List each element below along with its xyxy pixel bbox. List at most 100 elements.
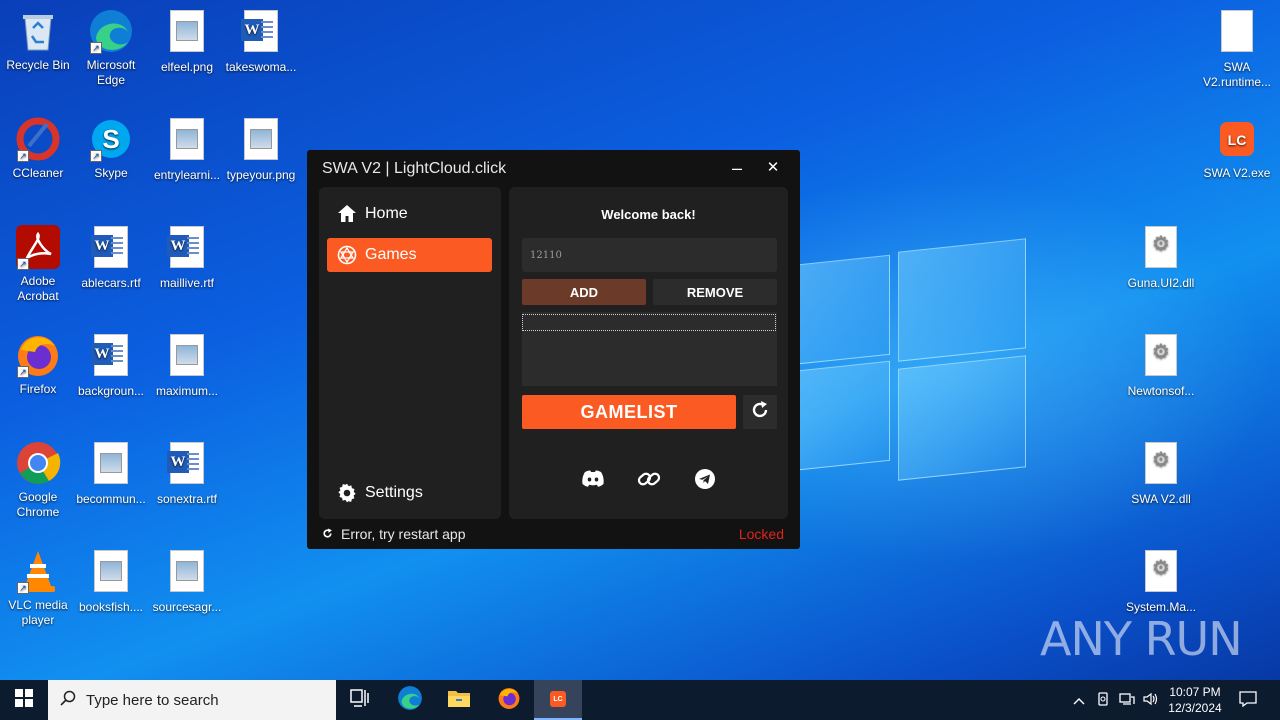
desktop-icon-adobe-acrobat[interactable]: ↗ Adobe Acrobat — [0, 224, 76, 304]
minimize-button[interactable]: – — [724, 156, 750, 180]
desktop-icon-guna-dll[interactable]: ⚙ Guna.UI2.dll — [1123, 224, 1199, 291]
dll-file-icon: ⚙ — [1138, 550, 1184, 596]
svg-text:S: S — [102, 124, 119, 154]
desktop-icon-typeyour[interactable]: typeyour.png — [223, 116, 299, 183]
refresh-button[interactable] — [743, 395, 777, 429]
taskbar-edge[interactable] — [386, 680, 434, 720]
watermark-text: ANY RUN — [1040, 612, 1243, 666]
desktop-icon-recycle-bin[interactable]: Recycle Bin — [0, 8, 76, 73]
add-button[interactable]: ADD — [522, 279, 646, 305]
desktop-icon-system-ma[interactable]: ⚙ System.Ma... — [1123, 548, 1199, 615]
taskbar-swa-app[interactable]: LC — [534, 680, 582, 720]
desktop-icon-backgroun[interactable]: W backgroun... — [73, 332, 149, 399]
desktop-icon-sonextra[interactable]: W sonextra.rtf — [149, 440, 225, 507]
list-selection[interactable] — [522, 314, 776, 331]
edge-icon — [397, 685, 423, 716]
desktop-icon-skype[interactable]: S ↗ Skype — [73, 116, 149, 181]
notification-icon — [1239, 690, 1257, 710]
show-hidden-icons[interactable] — [1068, 680, 1090, 720]
link-icon — [637, 467, 661, 496]
vlc-icon: ↗ — [15, 548, 61, 594]
taskbar-firefox[interactable] — [485, 680, 533, 720]
desktop-icon-becommun[interactable]: becommun... — [73, 440, 149, 507]
desktop-icon-swa-runtime[interactable]: SWA V2.runtime... — [1199, 8, 1275, 90]
svg-text:LC: LC — [1228, 132, 1247, 148]
device-icon — [1096, 691, 1110, 709]
refresh-small-icon — [322, 526, 333, 542]
image-file-icon — [88, 442, 134, 488]
windows-logo-wallpaper — [790, 238, 1030, 481]
game-list-box[interactable] — [522, 312, 777, 386]
task-view-icon — [350, 688, 370, 712]
image-file-icon — [164, 118, 210, 164]
desktop-icon-sourcesagr[interactable]: sourcesagr... — [149, 548, 225, 615]
speaker-icon — [1143, 692, 1159, 709]
desktop-icon-swa-dll[interactable]: ⚙ SWA V2.dll — [1123, 440, 1199, 507]
search-icon — [60, 690, 76, 710]
image-file-icon — [164, 550, 210, 596]
word-document-icon: W — [164, 442, 210, 488]
nav-home[interactable]: Home — [327, 197, 492, 231]
desktop-icon-google-chrome[interactable]: Google Chrome — [0, 440, 76, 520]
welcome-heading: Welcome back! — [601, 207, 696, 222]
desktop-icon-booksfish[interactable]: booksfish.... — [73, 548, 149, 615]
game-id-input[interactable] — [522, 238, 777, 272]
discord-icon — [581, 469, 605, 494]
windows-icon — [15, 688, 33, 712]
desktop-icon-swa-exe[interactable]: LC SWA V2.exe — [1199, 116, 1275, 181]
discord-button[interactable] — [580, 468, 606, 494]
acrobat-icon: ↗ — [15, 224, 61, 270]
desktop-icon-elfeel[interactable]: elfeel.png — [149, 8, 225, 75]
desktop-icon-newtonsof[interactable]: ⚙ Newtonsof... — [1123, 332, 1199, 399]
chevron-up-icon — [1073, 693, 1085, 708]
nav-home-label: Home — [365, 205, 408, 222]
network-button[interactable] — [1116, 680, 1138, 720]
image-file-icon — [164, 10, 210, 56]
skype-icon: S ↗ — [88, 116, 134, 162]
taskbar-clock[interactable]: 10:07 PM 12/3/2024 — [1166, 684, 1224, 716]
desktop-icon-maillive[interactable]: W maillive.rtf — [149, 224, 225, 291]
lightcloud-app-icon: LC — [1214, 116, 1260, 162]
website-link-button[interactable] — [636, 468, 662, 494]
swa-app-window: SWA V2 | LightCloud.click – ✕ Home Games… — [307, 150, 800, 549]
taskbar-file-explorer[interactable] — [435, 680, 483, 720]
notifications-button[interactable] — [1234, 680, 1262, 720]
taskbar-search[interactable]: Type here to search — [48, 680, 336, 720]
clock-date: 12/3/2024 — [1168, 701, 1222, 715]
desktop-icon-maximum[interactable]: maximum... — [149, 332, 225, 399]
image-file-icon — [164, 334, 210, 380]
search-placeholder: Type here to search — [86, 691, 219, 709]
telegram-icon — [694, 468, 716, 495]
gamelist-button[interactable]: GAMELIST — [522, 395, 736, 429]
desktop-icon-vlc[interactable]: ↗ VLC media player — [0, 548, 76, 628]
taskbar: Type here to search LC 10:07 PM 12/3/202… — [0, 680, 1280, 720]
desktop-icon-entrylearni[interactable]: entrylearni... — [149, 116, 225, 183]
firefox-icon: ↗ — [15, 332, 61, 378]
lock-status: Locked — [738, 526, 784, 542]
desktop-icon-ablecars[interactable]: W ablecars.rtf — [73, 224, 149, 291]
start-button[interactable] — [0, 680, 48, 720]
task-view-button[interactable] — [336, 680, 384, 720]
word-document-icon: W — [88, 334, 134, 380]
edge-icon: ↗ — [88, 8, 134, 54]
blank-file-icon — [1214, 10, 1260, 56]
desktop-icon-edge[interactable]: ↗ Microsoft Edge — [73, 8, 149, 88]
desktop-icon-takeswoma[interactable]: W takeswoma... — [223, 8, 299, 75]
desktop-icon-firefox[interactable]: ↗ Firefox — [0, 332, 76, 397]
games-panel: Welcome back! ADD REMOVE GAMELIST — [509, 187, 788, 519]
home-icon — [337, 204, 357, 224]
telegram-button[interactable] — [692, 468, 718, 494]
dll-file-icon: ⚙ — [1138, 334, 1184, 380]
firefox-icon — [497, 686, 521, 715]
nav-settings[interactable]: Settings — [327, 476, 492, 510]
nav-games-label: Games — [365, 246, 417, 263]
desktop-icon-ccleaner[interactable]: ↗ CCleaner — [0, 116, 76, 181]
tray-device-icon-button[interactable] — [1092, 680, 1114, 720]
network-icon — [1119, 692, 1135, 709]
volume-button[interactable] — [1140, 680, 1162, 720]
gear-icon — [337, 483, 357, 503]
close-button[interactable]: ✕ — [760, 156, 786, 180]
nav-games[interactable]: Games — [327, 238, 492, 272]
word-document-icon: W — [238, 10, 284, 56]
remove-button[interactable]: REMOVE — [653, 279, 777, 305]
